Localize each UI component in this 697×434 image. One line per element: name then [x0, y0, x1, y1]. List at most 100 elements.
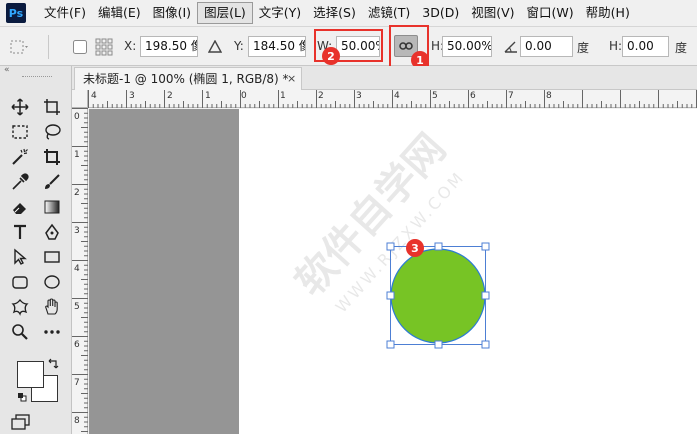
menu-select[interactable]: 选择(S) — [307, 2, 362, 24]
ruler-top-label: 2 — [167, 91, 173, 101]
crop-tool[interactable] — [40, 146, 64, 168]
gradient-tool[interactable] — [40, 196, 64, 218]
rounded-rect-tool[interactable] — [8, 271, 32, 293]
handle-top-center[interactable] — [434, 242, 443, 251]
zoom-icon — [12, 324, 28, 340]
menu-file[interactable]: 文件(F) — [38, 2, 92, 24]
menu-3d[interactable]: 3D(D) — [416, 2, 465, 24]
type-tool[interactable] — [8, 221, 32, 243]
hand-tool[interactable] — [40, 296, 64, 318]
menu-edit[interactable]: 编辑(E) — [92, 2, 147, 24]
handle-bottom-right[interactable] — [481, 340, 490, 349]
ruler-top-label: 2 — [318, 91, 324, 101]
ruler-origin[interactable] — [72, 90, 88, 108]
photoshop-logo: Ps — [6, 3, 26, 23]
rounded-rect-icon — [12, 276, 28, 289]
height-field[interactable]: 50.00% — [442, 36, 492, 57]
angle-icon — [504, 41, 517, 53]
lasso-tool[interactable] — [40, 121, 64, 143]
move-icon — [11, 98, 29, 116]
hand-icon — [45, 298, 58, 315]
document-tab[interactable]: 未标题-1 @ 100% (椭圆 1, RGB/8) * × — [74, 67, 302, 90]
lasso-icon — [45, 124, 61, 140]
eyedropper-icon — [12, 173, 29, 190]
custom-shape-tool[interactable] — [8, 296, 32, 318]
ruler-top-label: 5 — [432, 91, 438, 101]
h-skew-field[interactable]: 0.00 — [622, 36, 669, 57]
pen-tool[interactable] — [40, 221, 64, 243]
pasteboard[interactable] — [89, 109, 239, 434]
eraser-tool[interactable] — [8, 196, 32, 218]
ruler-left-label: 0 — [74, 112, 80, 122]
y-label: Y: — [234, 39, 244, 53]
document-tab-bar: 未标题-1 @ 100% (椭圆 1, RGB/8) * × — [72, 66, 697, 90]
more-tools-button[interactable] — [40, 321, 64, 343]
artboard-tool[interactable] — [40, 96, 64, 118]
ellipse-layer[interactable] — [383, 238, 493, 352]
angle-field[interactable]: 0.00 — [520, 36, 573, 57]
ruler-left-label: 1 — [74, 150, 80, 160]
annotation-badge-2: 2 — [322, 47, 340, 65]
ruler-top-label: 1 — [280, 91, 286, 101]
menu-window[interactable]: 窗口(W) — [521, 2, 580, 24]
panel-collapse-icon[interactable]: « — [4, 65, 10, 75]
swap-colors-icon[interactable] — [47, 358, 59, 370]
marquee-tool[interactable] — [8, 121, 32, 143]
crop-icon — [44, 149, 60, 165]
eraser-icon — [13, 203, 26, 214]
gradient-icon — [44, 200, 60, 214]
move-tool[interactable] — [8, 96, 32, 118]
handle-bottom-left[interactable] — [386, 340, 395, 349]
eyedropper-tool[interactable] — [8, 171, 32, 193]
ruler-left-label: 4 — [74, 264, 80, 274]
menu-type[interactable]: 文字(Y) — [253, 2, 307, 24]
ellipse-icon — [44, 275, 60, 289]
ruler-top-label: 4 — [394, 91, 400, 101]
menu-view[interactable]: 视图(V) — [465, 2, 520, 24]
handle-middle-left[interactable] — [386, 291, 395, 300]
green-circle-shape[interactable] — [390, 248, 486, 344]
y-position-field[interactable]: 184.50 像素 — [248, 36, 306, 57]
handle-middle-right[interactable] — [481, 291, 490, 300]
ruler-left-label: 3 — [74, 226, 80, 236]
handle-top-right[interactable] — [481, 242, 490, 251]
x-label: X: — [124, 39, 137, 53]
rectangle-tool[interactable] — [40, 246, 64, 268]
vertical-ruler[interactable]: 0 1 2 3 4 5 6 7 8 — [72, 108, 88, 434]
ellipsis-icon — [44, 330, 60, 334]
foreground-color-swatch[interactable] — [17, 361, 44, 388]
ruler-left-label: 7 — [74, 378, 80, 388]
handle-bottom-center[interactable] — [434, 340, 443, 349]
artboard-icon — [44, 99, 60, 115]
reference-point-icon[interactable] — [8, 38, 30, 56]
default-colors-icon[interactable] — [17, 392, 27, 402]
magic-wand-tool[interactable] — [8, 146, 32, 168]
h-skew-label: H: — [609, 39, 623, 53]
reference-toggle-checkbox[interactable] — [73, 40, 87, 54]
x-position-field[interactable]: 198.50 像素 — [140, 36, 198, 57]
zoom-tool[interactable] — [8, 321, 32, 343]
menu-layer[interactable]: 图层(L) — [197, 2, 253, 24]
path-selection-tool[interactable] — [8, 246, 32, 268]
ruler-left-label: 5 — [74, 302, 80, 312]
close-tab-icon[interactable]: × — [287, 68, 296, 90]
ellipse-tool[interactable] — [40, 271, 64, 293]
menu-help[interactable]: 帮助(H) — [580, 2, 636, 24]
reference-grid-icon[interactable] — [95, 38, 113, 56]
ruler-top-label: 1 — [205, 91, 211, 101]
horizontal-ruler[interactable]: 4 3 2 1 0 1 2 3 4 5 6 7 8 — [88, 90, 697, 108]
brush-tool[interactable] — [40, 171, 64, 193]
ruler-left-label: 8 — [74, 416, 80, 426]
panel-grip[interactable] — [22, 76, 52, 78]
handle-top-left[interactable] — [386, 242, 395, 251]
document-tab-title: 未标题-1 @ 100% (椭圆 1, RGB/8) * — [83, 72, 289, 86]
menu-filter[interactable]: 滤镜(T) — [362, 2, 416, 24]
tools-panel: « — [0, 65, 72, 434]
screen-mode-icon[interactable] — [11, 414, 31, 430]
annotation-badge-3: 3 — [406, 239, 424, 257]
ruler-left-label: 2 — [74, 188, 80, 198]
ruler-top-label: 6 — [470, 91, 476, 101]
menu-image[interactable]: 图像(I) — [147, 2, 197, 24]
angle-unit: 度 — [577, 41, 590, 55]
ruler-top-label: 0 — [241, 91, 247, 101]
